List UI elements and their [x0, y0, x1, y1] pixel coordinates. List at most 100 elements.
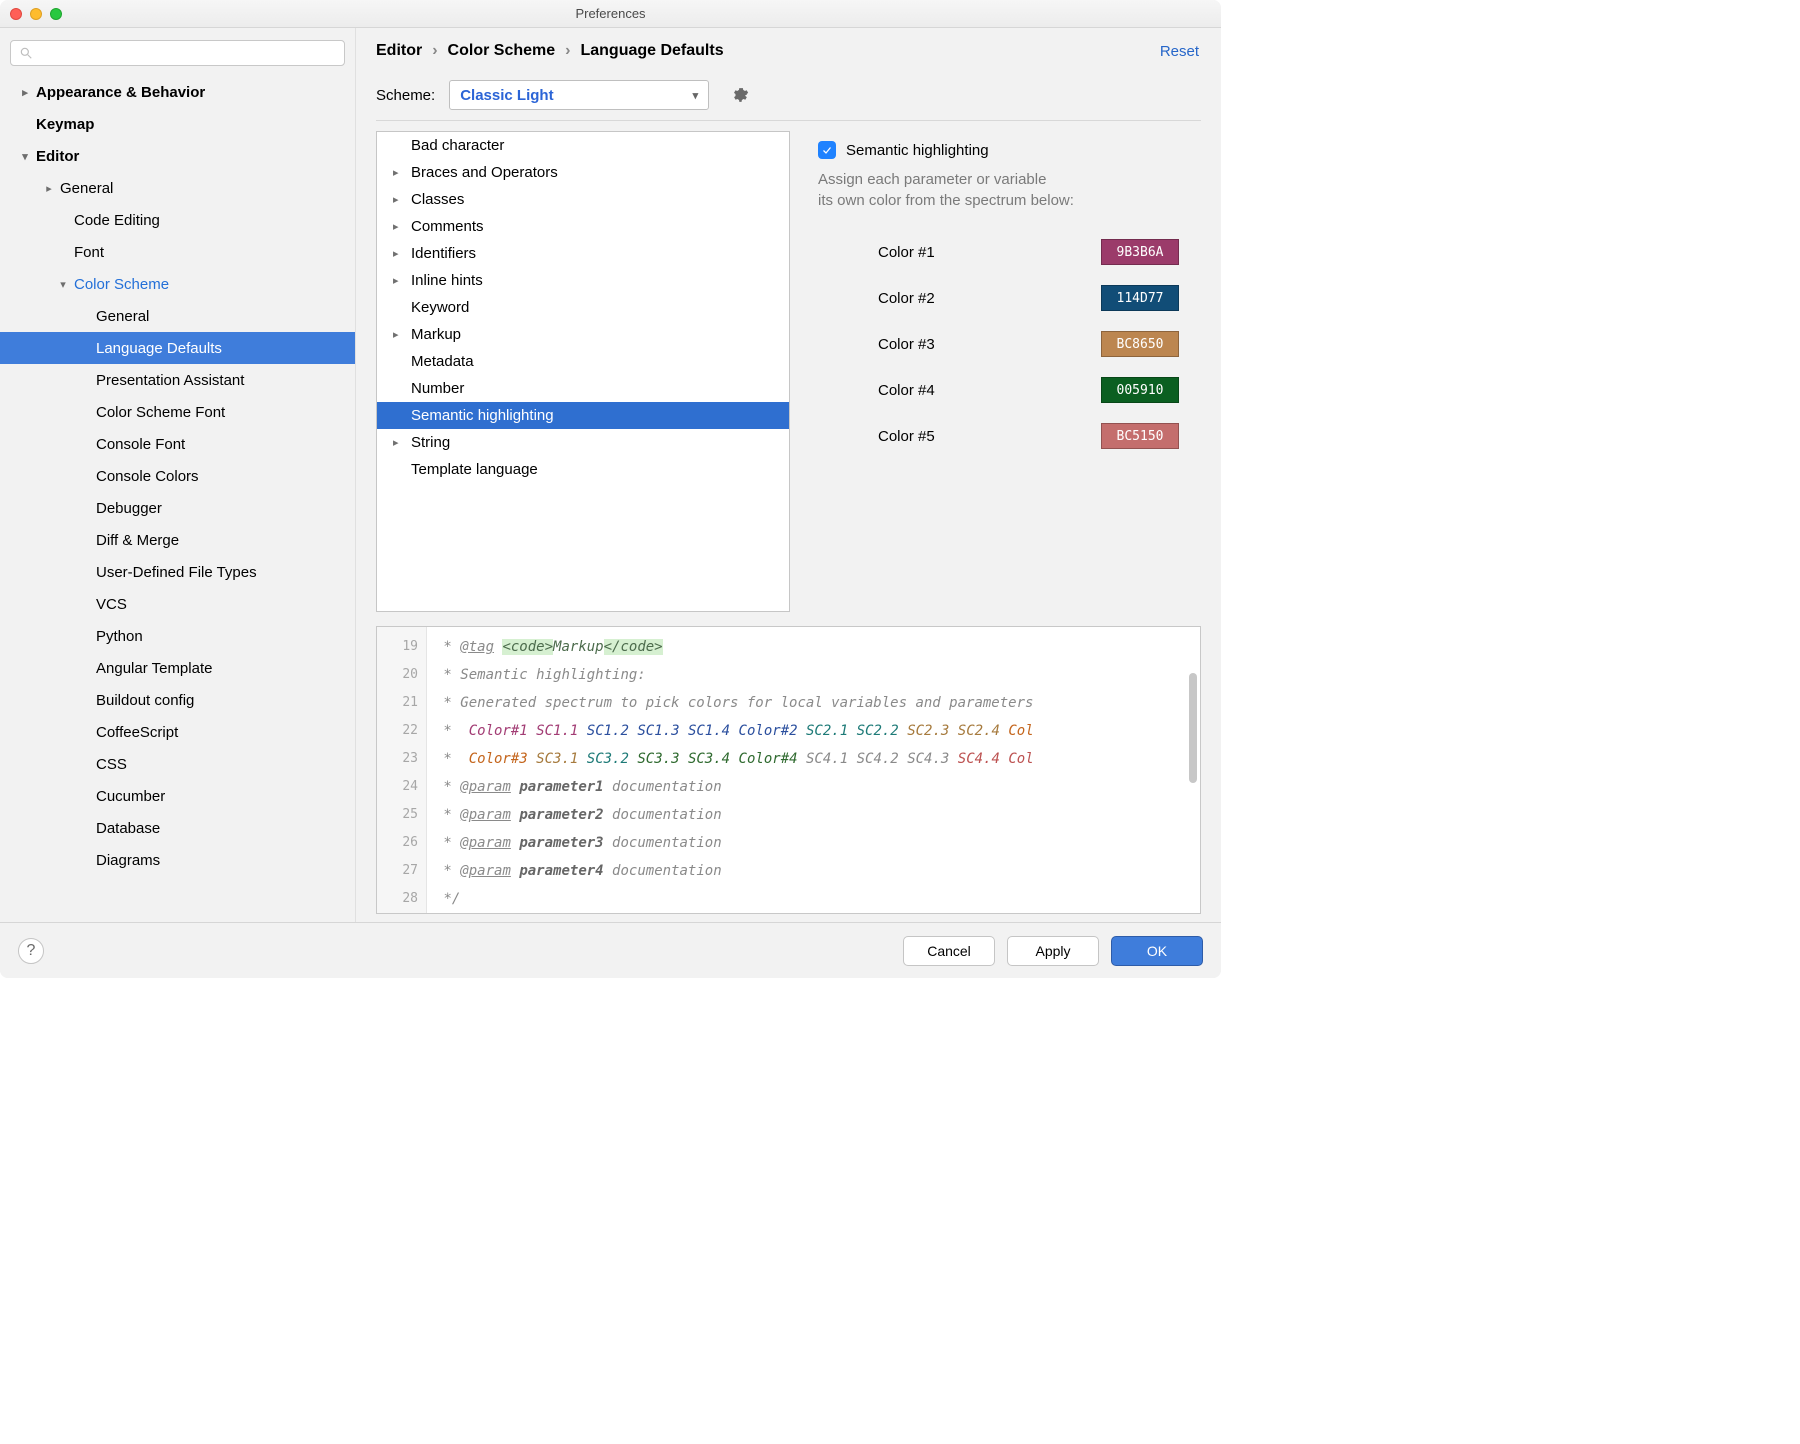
option-label: Number	[411, 380, 464, 397]
color-swatch[interactable]: 114D77	[1101, 285, 1179, 311]
option-label: Braces and Operators	[411, 164, 558, 181]
color-swatch[interactable]: BC5150	[1101, 423, 1179, 449]
sidebar-item-label: CSS	[96, 756, 127, 773]
settings-tree[interactable]: ▸Appearance & BehaviorKeymap▾Editor▸Gene…	[0, 74, 355, 922]
line-number: 25	[377, 801, 418, 829]
checkbox-label: Semantic highlighting	[846, 142, 989, 159]
breadcrumb-item[interactable]: Color Scheme	[448, 42, 556, 60]
sidebar-item-label: Cucumber	[96, 788, 165, 805]
semantic-highlighting-checkbox[interactable]	[818, 141, 836, 159]
color-swatch-row: Color #2 114D77	[818, 275, 1197, 321]
sidebar-item-label: Language Defaults	[96, 340, 222, 357]
chevron-down-icon: ▾	[693, 89, 699, 102]
reset-link[interactable]: Reset	[1160, 43, 1199, 60]
option-item[interactable]: ▸Classes	[377, 186, 789, 213]
breadcrumb-item[interactable]: Editor	[376, 42, 422, 60]
breadcrumb-item[interactable]: Language Defaults	[580, 42, 723, 60]
sidebar-item[interactable]: Cucumber	[0, 780, 355, 812]
option-label: Bad character	[411, 137, 504, 154]
options-list[interactable]: Bad character▸Braces and Operators▸Class…	[376, 131, 790, 612]
sidebar-item[interactable]: ▸General	[0, 172, 355, 204]
option-item[interactable]: Keyword	[377, 294, 789, 321]
sidebar-item-label: Appearance & Behavior	[36, 84, 205, 101]
cancel-button[interactable]: Cancel	[903, 936, 995, 966]
sidebar-item-label: Diff & Merge	[96, 532, 179, 549]
sidebar-item-label: Font	[74, 244, 104, 261]
scheme-dropdown[interactable]: Classic Light ▾	[449, 80, 709, 110]
option-label: String	[411, 434, 450, 451]
color-swatch-label: Color #2	[878, 290, 935, 307]
chevron-right-icon: ▸	[393, 247, 403, 260]
color-swatch-label: Color #4	[878, 382, 935, 399]
option-item[interactable]: ▸Identifiers	[377, 240, 789, 267]
line-number: 26	[377, 829, 418, 857]
option-item[interactable]: ▸Markup	[377, 321, 789, 348]
sidebar-item[interactable]: Console Colors	[0, 460, 355, 492]
apply-button[interactable]: Apply	[1007, 936, 1099, 966]
color-swatch[interactable]: 9B3B6A	[1101, 239, 1179, 265]
sidebar-item[interactable]: Database	[0, 812, 355, 844]
search-input[interactable]	[10, 40, 345, 66]
help-button[interactable]: ?	[18, 938, 44, 964]
color-swatch[interactable]: BC8650	[1101, 331, 1179, 357]
search-icon	[19, 46, 33, 60]
sidebar-item[interactable]: Buildout config	[0, 684, 355, 716]
color-swatch[interactable]: 005910	[1101, 377, 1179, 403]
sidebar-item-label: Presentation Assistant	[96, 372, 244, 389]
sidebar-item[interactable]: Diagrams	[0, 844, 355, 876]
sidebar-item[interactable]: Diff & Merge	[0, 524, 355, 556]
sidebar-item-label: Editor	[36, 148, 79, 165]
search-field[interactable]	[39, 46, 336, 61]
color-swatch-row: Color #19B3B6A	[818, 229, 1197, 275]
scheme-label: Scheme:	[376, 87, 435, 104]
line-number: 24	[377, 773, 418, 801]
option-label: Template language	[411, 461, 538, 478]
option-item[interactable]: ▸Inline hints	[377, 267, 789, 294]
sidebar-item[interactable]: Code Editing	[0, 204, 355, 236]
sidebar-item[interactable]: CSS	[0, 748, 355, 780]
sidebar-item[interactable]: Language Defaults	[0, 332, 355, 364]
option-item[interactable]: Number	[377, 375, 789, 402]
sidebar-item-label: Keymap	[36, 116, 94, 133]
scrollbar-thumb[interactable]	[1189, 673, 1197, 783]
breadcrumb-sep-icon: ›	[565, 42, 570, 60]
scheme-settings-button[interactable]	[729, 84, 751, 106]
option-label: Metadata	[411, 353, 474, 370]
option-item[interactable]: Metadata	[377, 348, 789, 375]
sidebar-item[interactable]: Python	[0, 620, 355, 652]
sidebar-item-label: CoffeeScript	[96, 724, 178, 741]
sidebar-item[interactable]: User-Defined File Types	[0, 556, 355, 588]
option-label: Comments	[411, 218, 484, 235]
sidebar-item[interactable]: CoffeeScript	[0, 716, 355, 748]
sidebar-item[interactable]: Keymap	[0, 108, 355, 140]
breadcrumb-sep-icon: ›	[432, 42, 437, 60]
option-item[interactable]: ▸String	[377, 429, 789, 456]
sidebar-item[interactable]: Debugger	[0, 492, 355, 524]
sidebar-item[interactable]: ▾Color Scheme	[0, 268, 355, 300]
chevron-right-icon: ▸	[393, 328, 403, 341]
sidebar-item[interactable]: VCS	[0, 588, 355, 620]
sidebar-item[interactable]: Font	[0, 236, 355, 268]
sidebar-item[interactable]: Presentation Assistant	[0, 364, 355, 396]
detail-panel: Semantic highlighting Assign each parame…	[810, 131, 1201, 612]
breadcrumb: Editor › Color Scheme › Language Default…	[376, 42, 724, 60]
option-item[interactable]: Template language	[377, 456, 789, 483]
sidebar-item-label: VCS	[96, 596, 127, 613]
chevron-down-icon: ▾	[58, 278, 68, 291]
option-item[interactable]: Semantic highlighting	[377, 402, 789, 429]
sidebar-item[interactable]: Angular Template	[0, 652, 355, 684]
option-item[interactable]: ▸Braces and Operators	[377, 159, 789, 186]
sidebar-item[interactable]: Console Font	[0, 428, 355, 460]
option-label: Semantic highlighting	[411, 407, 554, 424]
sidebar-item[interactable]: ▸Appearance & Behavior	[0, 76, 355, 108]
sidebar-item-label: Database	[96, 820, 160, 837]
ok-button[interactable]: OK	[1111, 936, 1203, 966]
gutter: 19202122232425262728	[377, 627, 427, 913]
option-item[interactable]: ▸Comments	[377, 213, 789, 240]
code-preview[interactable]: 19202122232425262728 * @tag <code>Markup…	[376, 626, 1201, 914]
line-number: 20	[377, 661, 418, 689]
sidebar-item[interactable]: General	[0, 300, 355, 332]
sidebar-item[interactable]: ▾Editor	[0, 140, 355, 172]
sidebar-item[interactable]: Color Scheme Font	[0, 396, 355, 428]
option-item[interactable]: Bad character	[377, 132, 789, 159]
